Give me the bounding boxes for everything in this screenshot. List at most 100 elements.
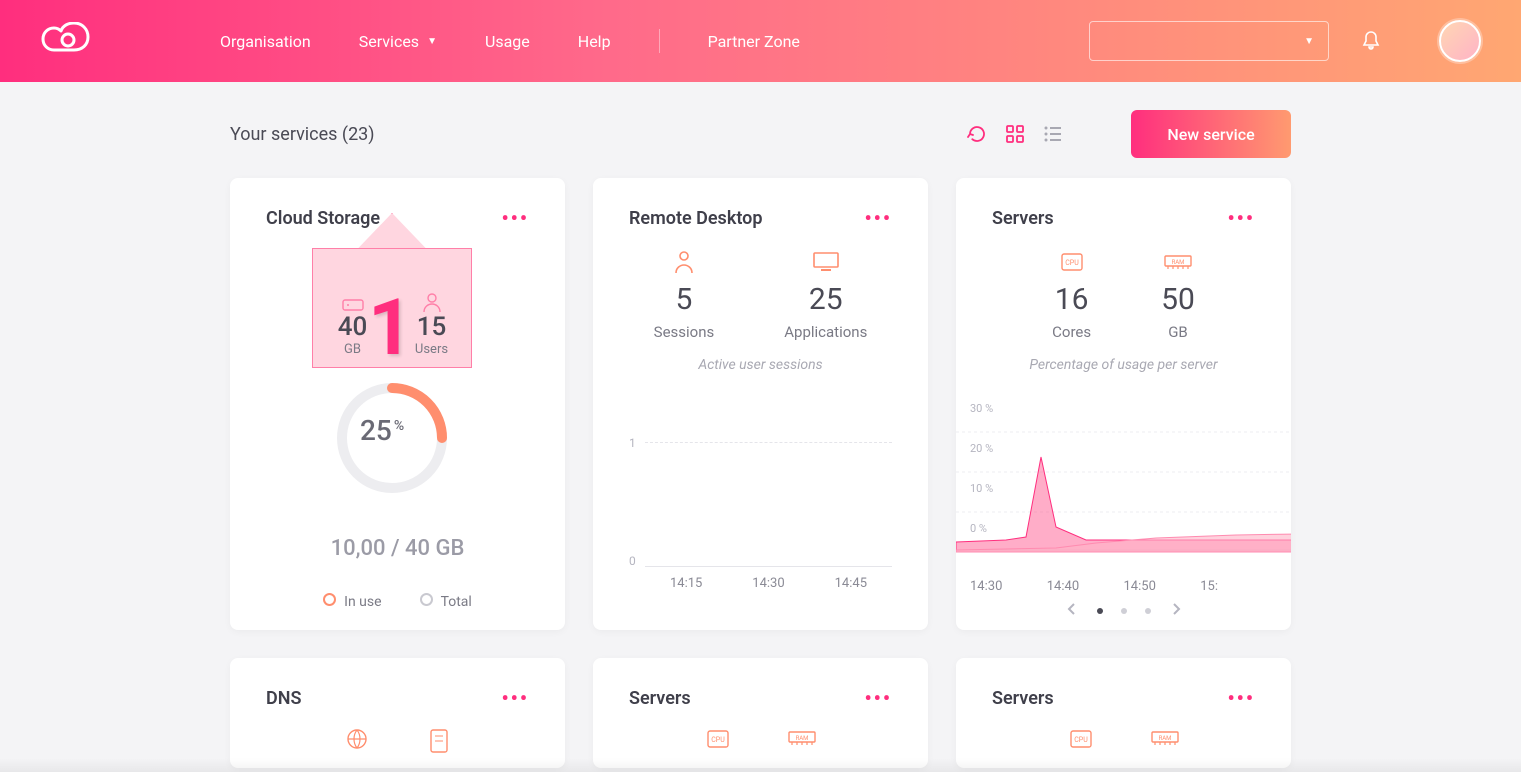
legend-inuse: In use [323,593,381,610]
bottom-fade [0,758,1521,772]
page-header: Your services (23) New service [0,82,1521,178]
card-menu-icon[interactable]: ••• [501,686,529,710]
card-title: Remote Desktop [629,208,762,229]
svg-text:RAM: RAM [1172,259,1185,266]
x-axis: 14:15 14:30 14:45 [645,576,892,591]
page-title-count: (23) [342,124,375,145]
card-menu-icon[interactable]: ••• [864,686,892,710]
svg-text:CPU: CPU [711,736,725,744]
grid-view-icon[interactable] [1005,124,1025,144]
ram-icon: RAM [1150,728,1180,754]
card-servers-2[interactable]: Servers ••• CPU RAM [593,658,928,768]
storage-gb-label: GB [344,342,361,357]
chevron-down-icon: ▼ [427,36,437,47]
nav-separator [659,29,660,53]
main-nav: Organisation Services ▼ Usage Help Partn… [220,29,800,53]
card-menu-icon[interactable]: ••• [501,206,529,230]
nav-help[interactable]: Help [578,32,611,51]
disk-icon [341,294,365,312]
new-service-button[interactable]: New service [1131,110,1291,158]
card-servers[interactable]: Servers ••• CPU 16 Cores RAM 50 GB Perce… [956,178,1291,630]
notifications-icon[interactable] [1361,30,1381,52]
refresh-icon[interactable] [967,124,987,144]
nav-services-label: Services [359,32,419,51]
card-dns[interactable]: DNS ••• [230,658,565,768]
pager-dot[interactable] [1121,608,1127,614]
nav-services[interactable]: Services ▼ [359,32,437,51]
y-tick: 1 [629,436,636,450]
card-menu-icon[interactable]: ••• [864,206,892,230]
cpu-icon: CPU [1068,728,1094,754]
card-remote-desktop[interactable]: Remote Desktop ••• 5 Sessions 25 Applica… [593,178,928,630]
x-tick: 14:15 [670,576,702,591]
sessions-label: Sessions [654,323,715,341]
nav-usage[interactable]: Usage [485,32,530,51]
cpu-icon: CPU [705,728,731,754]
chevron-down-icon: ▼ [1304,36,1314,47]
x-tick: 14:40 [1047,579,1124,594]
usage-percent-value: 25 [360,414,392,447]
pager-dot[interactable] [1145,608,1151,614]
user-avatar[interactable] [1439,20,1481,62]
legend-total: Total [420,593,472,610]
usage-total: 10,00 / 40 GB [230,536,565,561]
chart-baseline [645,566,892,567]
card-menu-icon[interactable]: ••• [1227,206,1255,230]
sessions-value: 5 [676,282,693,317]
user-icon [674,248,694,276]
globe-icon [346,728,372,758]
ram-icon: RAM [787,728,817,754]
apps-value: 25 [809,282,843,317]
x-axis: 14:30 14:40 14:50 15: [970,579,1277,594]
context-selector[interactable]: ▼ [1089,21,1329,61]
logo-icon [40,22,100,60]
x-tick: 14:45 [835,576,867,591]
y-tick: 30 % [970,402,993,415]
storage-users-label: Users [415,342,448,357]
svg-text:RAM: RAM [1158,735,1171,742]
ram-value: 50 [1161,282,1195,317]
apps-label: Applications [784,323,867,341]
chart-gridline [645,442,892,443]
ram-label: GB [1168,323,1188,341]
card-title: Cloud Storage [266,208,380,229]
x-tick: 14:30 [970,579,1047,594]
top-header: Organisation Services ▼ Usage Help Partn… [0,0,1521,82]
chevron-right-icon[interactable] [1169,601,1183,620]
nav-organisation[interactable]: Organisation [220,32,311,51]
area-chart-icon [956,422,1291,572]
usage-legend: In use Total [230,593,565,610]
nav-partner-zone[interactable]: Partner Zone [708,32,800,51]
cores-value: 16 [1055,282,1089,317]
card-title: Servers [992,208,1054,229]
chevron-left-icon[interactable] [1065,601,1079,620]
page-title-text: Your services [230,124,337,145]
chart-pager [956,601,1291,620]
record-icon [428,728,450,758]
card-cloud-storage[interactable]: Cloud Storage ••• 40 GB 15 Users 1 25% 1… [230,178,565,630]
usage-percent: 25% [360,414,404,447]
card-title: Servers [992,688,1054,709]
x-tick: 14:50 [1124,579,1201,594]
card-title: DNS [266,688,301,709]
x-tick: 15: [1200,579,1277,594]
ram-icon: RAM [1163,248,1193,276]
chart-subtitle: Active user sessions [593,357,928,373]
usage-percent-suffix: % [394,418,404,434]
user-icon [422,292,442,312]
cores-label: Cores [1052,323,1091,341]
card-servers-3[interactable]: Servers ••• CPU RAM [956,658,1291,768]
card-menu-icon[interactable]: ••• [1227,686,1255,710]
monitor-icon [812,248,840,276]
svg-text:CPU: CPU [1074,736,1088,744]
storage-gb-value: 40 [338,312,368,342]
chart-subtitle: Percentage of usage per server [956,357,1291,373]
cpu-icon: CPU [1059,248,1085,276]
services-grid: Cloud Storage ••• 40 GB 15 Users 1 25% 1… [0,178,1521,630]
sessions-chart: 1 0 14:15 14:30 14:45 [593,436,928,596]
pager-dot[interactable] [1097,608,1103,614]
servers-chart: 30 % 20 % 10 % 0 % [956,402,1291,572]
list-view-icon[interactable] [1043,124,1063,144]
card-title: Servers [629,688,691,709]
svg-text:CPU: CPU [1065,259,1079,267]
